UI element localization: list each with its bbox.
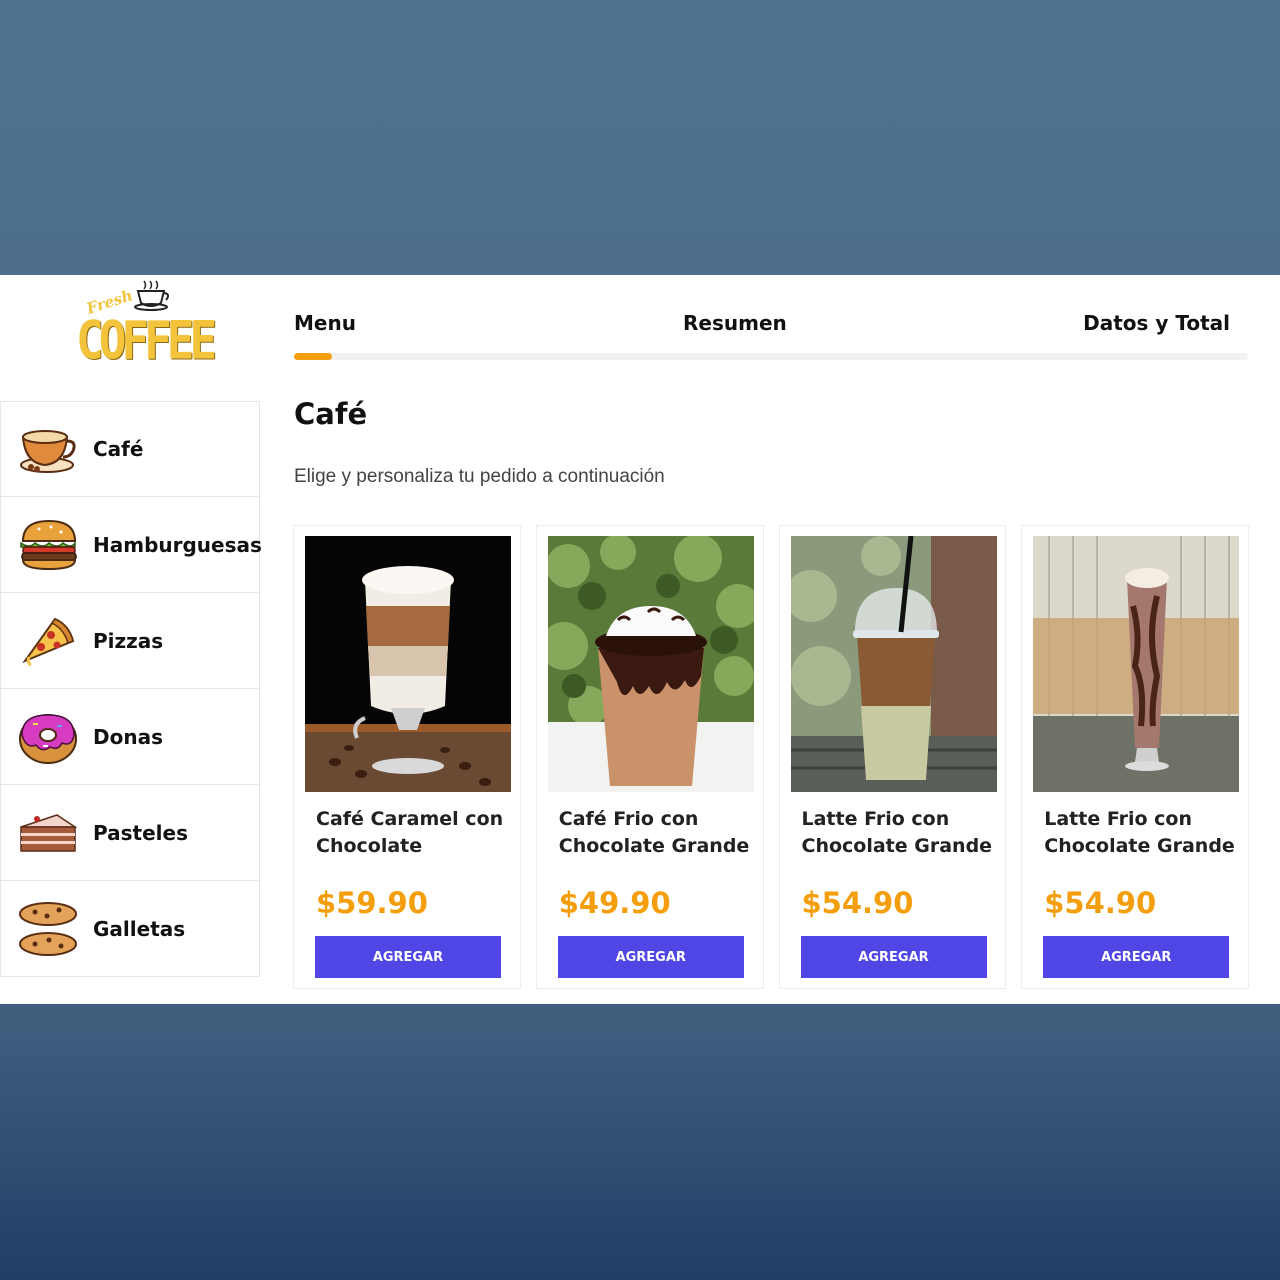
add-to-order-button[interactable]: AGREGAR: [557, 936, 744, 978]
product-price: $54.90: [801, 886, 914, 920]
add-to-order-button[interactable]: AGREGAR: [800, 936, 987, 978]
sidebar-item-label: Café: [93, 437, 144, 461]
product-card: Café Caramel con Chocolate $59.90 AGREGA…: [293, 525, 521, 989]
sidebar-item-galletas[interactable]: Galletas: [0, 881, 260, 977]
kiosk-app: Fresh COFFEE Menu Resumen Datos y Total …: [0, 275, 1280, 1004]
chocolate-milkshake-glass-photo: [1033, 536, 1240, 792]
category-sidebar: Café Hamburguesas Pizzas Donas Pasteles …: [0, 401, 262, 977]
layered-latte-glass-photo: [305, 536, 511, 792]
product-card: Café Frio con Chocolate Grande $49.90 AG…: [535, 525, 764, 989]
cookies-icon: [17, 898, 79, 960]
product-price: $54.90: [1044, 886, 1157, 920]
sidebar-item-pizzas[interactable]: Pizzas: [0, 593, 260, 689]
step-resumen[interactable]: Resumen: [683, 311, 787, 335]
sidebar-item-label: Pasteles: [93, 820, 188, 845]
add-to-order-button[interactable]: AGREGAR: [315, 936, 501, 978]
add-to-order-button[interactable]: AGREGAR: [1043, 936, 1230, 978]
sidebar-item-donas[interactable]: Donas: [0, 689, 260, 785]
pizza-slice-icon: [17, 610, 79, 672]
steaming-cup-icon: [134, 280, 170, 311]
product-name: Café Frio con Chocolate Grande: [558, 808, 750, 857]
coffee-cup-icon: [17, 418, 79, 480]
sidebar-item-label: Pizzas: [93, 628, 164, 653]
product-name: Latte Frio con Chocolate Grande: [801, 808, 993, 857]
product-name: Latte Frio con Chocolate Grande: [1044, 808, 1235, 857]
logo-word: COFFEE: [76, 309, 217, 372]
order-steps: Menu Resumen Datos y Total: [294, 311, 1248, 361]
step-datos-total[interactable]: Datos y Total: [1083, 311, 1230, 335]
product-name: Café Caramel con Chocolate: [316, 808, 504, 857]
page-title: Café: [294, 397, 368, 431]
sidebar-item-pasteles[interactable]: Pasteles: [0, 785, 260, 881]
fresh-coffee-logo: Fresh COFFEE: [72, 275, 217, 371]
step-menu[interactable]: Menu: [294, 311, 356, 335]
sidebar-item-label: Hamburguesas: [93, 532, 262, 557]
cake-slice-icon: [17, 802, 79, 864]
page-subtitle: Elige y personaliza tu pedido a continua…: [294, 466, 665, 487]
chocolate-frappe-cup-photo: [547, 536, 754, 792]
iced-latte-dome-cup-photo: [790, 536, 997, 792]
product-grid: Café Caramel con Chocolate $59.90 AGREGA…: [293, 525, 1249, 989]
sidebar-item-hamburguesas[interactable]: Hamburguesas: [0, 497, 262, 593]
sidebar-item-cafe[interactable]: Café: [0, 401, 260, 497]
donut-icon: [17, 706, 79, 768]
product-card: Latte Frio con Chocolate Grande $54.90 A…: [778, 525, 1007, 989]
product-price: $59.90: [316, 886, 428, 920]
burger-icon: [17, 514, 79, 576]
product-price: $49.90: [558, 886, 671, 920]
progress-track: [294, 353, 1248, 360]
sidebar-item-label: Donas: [93, 724, 163, 749]
sidebar-item-label: Galletas: [93, 916, 186, 941]
product-card: Latte Frio con Chocolate Grande $54.90 A…: [1021, 525, 1249, 989]
progress-fill: [294, 353, 333, 360]
